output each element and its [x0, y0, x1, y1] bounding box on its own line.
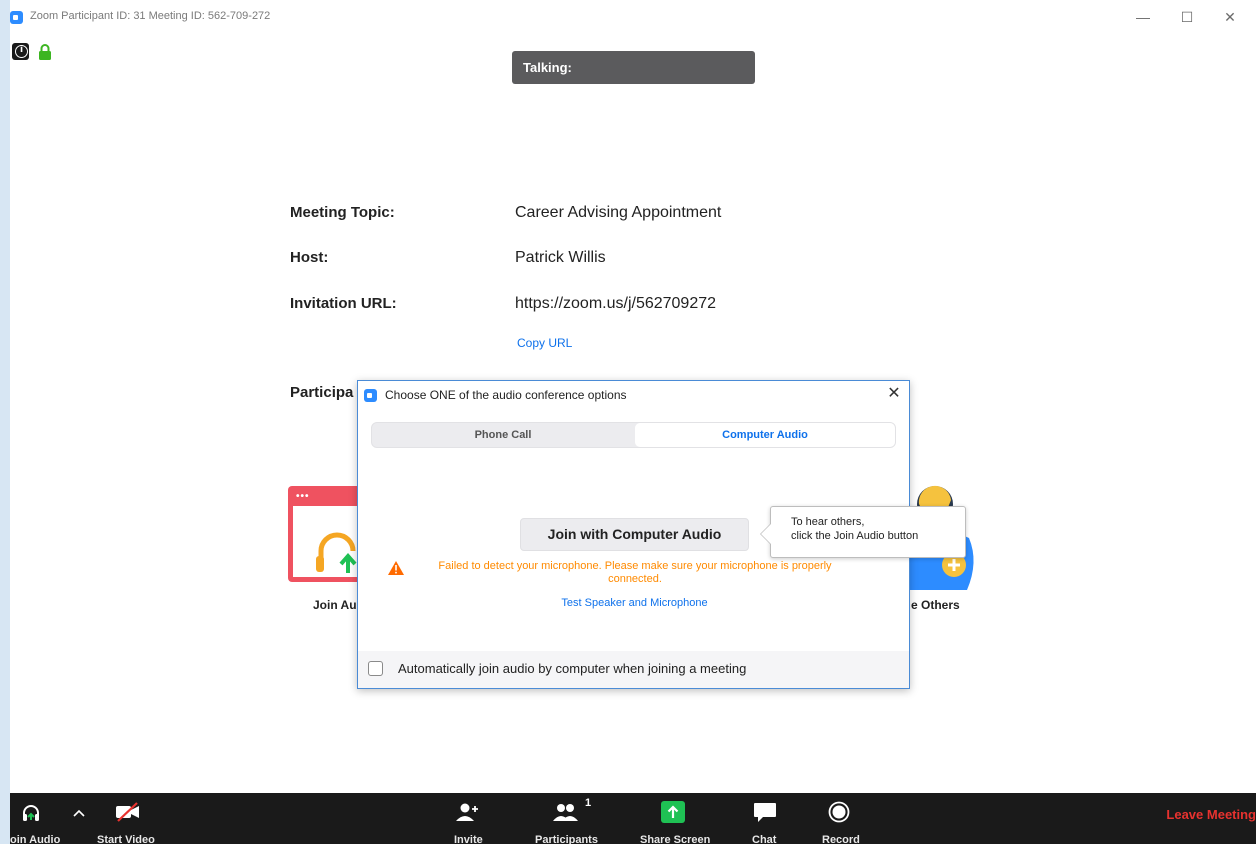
tab-computer-audio[interactable]: Computer Audio	[635, 423, 895, 447]
toolbar-join-audio-label: oin Audio	[10, 834, 61, 844]
chat-icon	[754, 803, 776, 822]
tab-phone-call[interactable]: Phone Call	[372, 423, 634, 447]
toolbar-start-video-label: Start Video	[97, 834, 155, 844]
dialog-title: Choose ONE of the audio conference optio…	[385, 388, 627, 402]
close-window-button[interactable]: ✕	[1215, 6, 1245, 28]
host-value: Patrick Willis	[515, 249, 606, 266]
zoom-meeting-window: Zoom Participant ID: 31 Meeting ID: 562-…	[10, 0, 1256, 844]
window-title: Zoom Participant ID: 31 Meeting ID: 562-…	[30, 10, 271, 22]
join-audio-big-label: Join Au	[313, 598, 357, 612]
meeting-topic-label: Meeting Topic:	[290, 204, 395, 221]
add-user-icon	[456, 803, 478, 821]
copy-url-link[interactable]: Copy URL	[517, 336, 572, 350]
toolbar-join-audio[interactable]: oin Audio	[10, 793, 76, 844]
test-speaker-microphone-link[interactable]: Test Speaker and Microphone	[520, 597, 749, 609]
tooltip-line-1: To hear others,	[791, 516, 865, 528]
toolbar-share-screen[interactable]: Share Screen	[636, 793, 714, 844]
audio-tabs: Phone Call Computer Audio	[371, 422, 896, 448]
minimize-button[interactable]: —	[1128, 6, 1158, 28]
maximize-button[interactable]: ☐	[1172, 6, 1202, 28]
headphones-icon	[293, 506, 363, 577]
video-off-icon	[116, 802, 139, 822]
auto-join-label[interactable]: Automatically join audio by computer whe…	[398, 661, 746, 676]
tooltip-line-2: click the Join Audio button	[791, 530, 919, 542]
toolbar-share-screen-label: Share Screen	[640, 834, 711, 844]
toolbar-participants-label: Participants	[535, 834, 598, 844]
toolbar-invite[interactable]: Invite	[446, 793, 496, 844]
join-audio-tooltip: To hear others, click the Join Audio but…	[760, 506, 966, 558]
toolbar-invite-label: Invite	[454, 834, 483, 844]
toolbar-chat[interactable]: Chat	[747, 793, 787, 844]
participants-icon	[553, 804, 578, 821]
share-screen-icon	[661, 801, 685, 823]
auto-join-checkbox[interactable]	[368, 661, 383, 676]
zoom-app-icon	[10, 11, 23, 24]
headphones-icon	[23, 805, 39, 821]
leave-meeting-button[interactable]: Leave Meeting	[1160, 793, 1256, 844]
invitation-url-label: Invitation URL:	[290, 295, 397, 312]
invite-others-big-label: e Others	[911, 598, 960, 612]
toolbar-participants[interactable]: 1 Participants	[533, 793, 603, 844]
microphone-warning-text: Failed to detect your microphone. Please…	[438, 560, 832, 585]
zoom-dialog-icon	[364, 389, 377, 402]
toolbar-chat-label: Chat	[752, 834, 777, 844]
participant-id-label: Participa	[290, 384, 354, 401]
join-computer-audio-button[interactable]: Join with Computer Audio	[520, 518, 749, 551]
dialog-footer: Automatically join audio by computer whe…	[358, 651, 909, 688]
join-audio-big-button[interactable]: •••	[288, 486, 368, 582]
participants-count-badge: 1	[585, 797, 592, 809]
lock-icon[interactable]	[38, 44, 52, 60]
record-icon	[828, 801, 850, 823]
toolbar-start-video[interactable]: Start Video	[94, 793, 160, 844]
meeting-topic-value: Career Advising Appointment	[515, 204, 722, 221]
meeting-info-icon[interactable]	[12, 43, 29, 60]
toolbar-record[interactable]: Record	[816, 793, 862, 844]
toolbar-record-label: Record	[822, 834, 860, 844]
dialog-close-button[interactable]: ✕	[884, 384, 904, 404]
meeting-toolbar: oin Audio Start Video Invite 1 Participa…	[10, 793, 1256, 844]
invitation-url-value: https://zoom.us/j/562709272	[515, 295, 717, 312]
warning-icon	[388, 561, 404, 575]
chevron-up-icon[interactable]	[73, 809, 85, 817]
talking-indicator: Talking:	[512, 51, 755, 84]
host-label: Host:	[290, 249, 329, 266]
window-dots-icon: •••	[296, 491, 310, 502]
title-bar: Zoom Participant ID: 31 Meeting ID: 562-…	[10, 0, 1256, 34]
